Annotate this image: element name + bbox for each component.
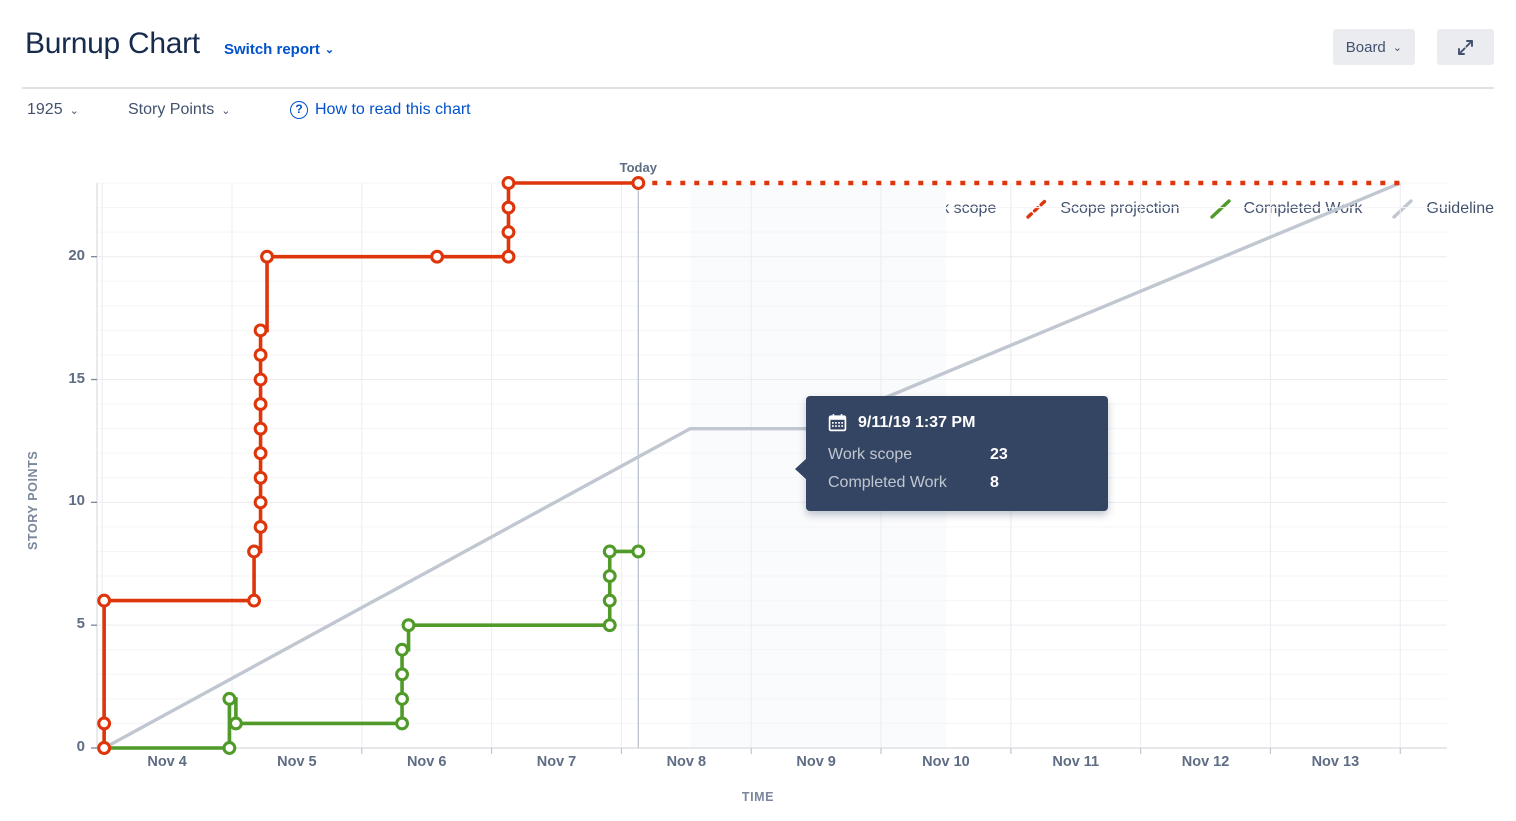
how-to-read-chart-link[interactable]: ? How to read this chart xyxy=(290,101,471,119)
chevron-down-icon: ⌄ xyxy=(1393,41,1402,54)
data-point-completed-work[interactable] xyxy=(230,718,241,729)
x-tick-label: Nov 4 xyxy=(147,754,187,770)
tooltip-rows: Work scope23Completed Work8 xyxy=(828,446,1086,492)
data-point-completed-work[interactable] xyxy=(224,693,235,704)
data-point-work-scope[interactable] xyxy=(633,178,644,189)
chart-plot-svg xyxy=(0,150,1516,816)
data-point-work-scope[interactable] xyxy=(255,448,266,459)
data-point-completed-work[interactable] xyxy=(604,620,615,631)
tooltip-arrow xyxy=(795,458,807,480)
data-point-work-scope[interactable] xyxy=(99,743,110,754)
how-to-read-label: How to read this chart xyxy=(315,101,471,119)
data-point-work-scope[interactable] xyxy=(503,202,514,213)
data-point-completed-work[interactable] xyxy=(224,743,235,754)
data-point-work-scope[interactable] xyxy=(503,251,514,262)
x-tick-label: Nov 8 xyxy=(667,754,707,770)
unit-selector-label: Story Points xyxy=(128,101,214,119)
series-line-work-scope xyxy=(104,183,638,748)
data-point-completed-work[interactable] xyxy=(403,620,414,631)
data-point-work-scope[interactable] xyxy=(255,399,266,410)
data-point-completed-work[interactable] xyxy=(604,595,615,606)
data-point-work-scope[interactable] xyxy=(249,546,260,557)
y-tick-label: 10 xyxy=(45,492,85,509)
data-point-completed-work[interactable] xyxy=(604,571,615,582)
x-tick-label: Nov 13 xyxy=(1312,754,1360,770)
page-header: Burnup Chart Switch report ⌄ Board ⌄ xyxy=(0,0,1516,86)
chevron-down-icon: ⌄ xyxy=(325,44,334,56)
data-point-work-scope[interactable] xyxy=(255,472,266,483)
burnup-chart: STORY POINTS TIME Today 0 5 10 15 20 Nov 4 Nov… xyxy=(0,150,1516,816)
board-dropdown-button[interactable]: Board ⌄ xyxy=(1333,29,1415,65)
data-point-completed-work[interactable] xyxy=(633,546,644,557)
chevron-down-icon: ⌄ xyxy=(70,104,79,117)
page-title: Burnup Chart xyxy=(25,28,200,60)
help-circle-icon: ? xyxy=(290,101,308,119)
x-tick-label: Nov 9 xyxy=(796,754,836,770)
data-point-completed-work[interactable] xyxy=(397,644,408,655)
chart-tooltip: 9/11/19 1:37 PM Work scope23Completed Wo… xyxy=(806,396,1108,511)
sprint-selector[interactable]: 1925 ⌄ xyxy=(27,101,79,119)
data-point-completed-work[interactable] xyxy=(397,693,408,704)
chart-toolbar: 1925 ⌄ Story Points ⌄ ? How to read this… xyxy=(0,88,1516,146)
data-point-work-scope[interactable] xyxy=(503,178,514,189)
tooltip-row-value: 8 xyxy=(990,474,999,492)
expand-fullscreen-button[interactable] xyxy=(1437,29,1494,65)
tooltip-row-key: Work scope xyxy=(828,446,990,464)
calendar-icon xyxy=(828,413,847,432)
today-marker-label: Today xyxy=(620,160,657,175)
unit-selector[interactable]: Story Points ⌄ xyxy=(128,101,230,119)
data-point-completed-work[interactable] xyxy=(397,669,408,680)
data-point-work-scope[interactable] xyxy=(503,227,514,238)
data-point-completed-work[interactable] xyxy=(397,718,408,729)
data-point-work-scope[interactable] xyxy=(99,595,110,606)
x-tick-label: Nov 10 xyxy=(922,754,970,770)
tooltip-row: Completed Work8 xyxy=(828,474,1086,492)
data-point-work-scope[interactable] xyxy=(255,374,266,385)
data-point-work-scope[interactable] xyxy=(432,251,443,262)
data-point-work-scope[interactable] xyxy=(255,497,266,508)
x-tick-label: Nov 5 xyxy=(277,754,317,770)
tooltip-datetime: 9/11/19 1:37 PM xyxy=(858,414,975,432)
data-point-work-scope[interactable] xyxy=(255,522,266,533)
tooltip-row-value: 23 xyxy=(990,446,1008,464)
data-point-work-scope[interactable] xyxy=(262,251,273,262)
sprint-selector-label: 1925 xyxy=(27,101,63,119)
switch-report-label: Switch report xyxy=(224,41,320,58)
board-button-label: Board xyxy=(1346,39,1386,56)
tooltip-row: Work scope23 xyxy=(828,446,1086,464)
data-point-work-scope[interactable] xyxy=(249,595,260,606)
tooltip-row-key: Completed Work xyxy=(828,474,990,492)
chevron-down-icon: ⌄ xyxy=(221,104,230,117)
expand-diagonal-icon xyxy=(1456,38,1475,57)
x-tick-label: Nov 6 xyxy=(407,754,447,770)
x-tick-label: Nov 11 xyxy=(1052,754,1099,770)
x-tick-label: Nov 7 xyxy=(537,754,577,770)
tooltip-header: 9/11/19 1:37 PM xyxy=(828,413,1086,432)
data-point-work-scope[interactable] xyxy=(255,350,266,361)
y-axis-title: STORY POINTS xyxy=(26,451,40,550)
y-tick-label: 15 xyxy=(45,370,85,387)
y-tick-label: 20 xyxy=(45,247,85,264)
switch-report-link[interactable]: Switch report ⌄ xyxy=(224,41,334,58)
x-axis-title: TIME xyxy=(0,790,1516,804)
y-tick-label: 5 xyxy=(45,615,85,632)
data-point-work-scope[interactable] xyxy=(255,325,266,336)
x-tick-label: Nov 12 xyxy=(1182,754,1230,770)
y-tick-label: 0 xyxy=(45,738,85,755)
data-point-work-scope[interactable] xyxy=(99,718,110,729)
data-point-completed-work[interactable] xyxy=(604,546,615,557)
data-point-work-scope[interactable] xyxy=(255,423,266,434)
